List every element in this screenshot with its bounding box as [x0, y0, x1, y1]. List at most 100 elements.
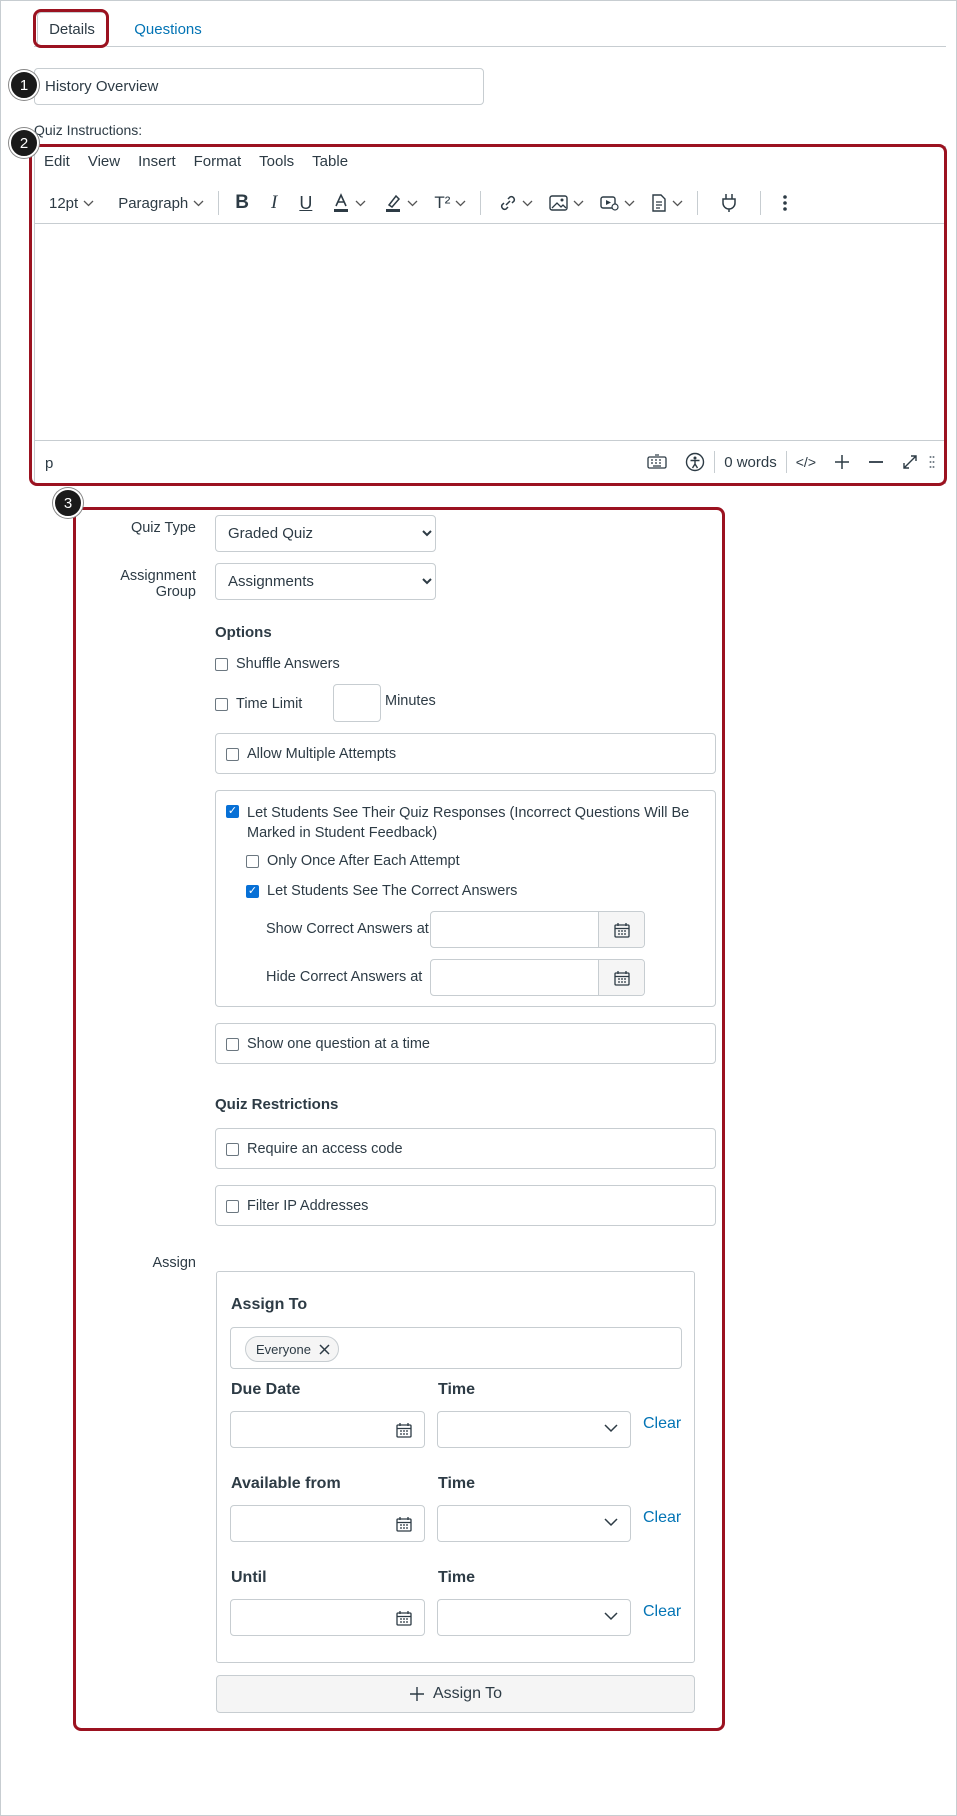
hide-correct-at-input[interactable] [430, 959, 645, 996]
accessibility-checker-icon[interactable] [676, 452, 714, 472]
calendar-icon[interactable] [396, 1422, 412, 1438]
calendar-icon[interactable] [396, 1516, 412, 1532]
kebab-icon [783, 195, 788, 211]
until-date-input[interactable] [230, 1599, 425, 1636]
menu-view[interactable]: View [79, 147, 129, 177]
link-icon[interactable] [487, 194, 541, 212]
quiz-title-input[interactable] [34, 68, 484, 105]
available-from-label: Available from [231, 1475, 341, 1492]
filter-ip-checkbox[interactable]: Filter IP Addresses [226, 1198, 368, 1214]
calendar-button[interactable] [598, 960, 644, 995]
element-path[interactable]: p [45, 455, 53, 472]
calendar-icon[interactable] [396, 1610, 412, 1626]
chevron-down-icon [604, 1518, 618, 1527]
html-editor-toggle[interactable]: </> [787, 454, 825, 470]
close-icon[interactable] [319, 1343, 330, 1355]
add-assign-to-button[interactable]: Assign To [216, 1675, 695, 1713]
font-size-select[interactable]: 12pt [35, 195, 102, 212]
document-icon[interactable] [643, 194, 691, 212]
clear-due-date-link[interactable]: Clear [643, 1415, 681, 1433]
decrease-size-icon[interactable] [859, 454, 893, 470]
menu-edit[interactable]: Edit [35, 147, 79, 177]
one-question-checkbox[interactable]: Show one question at a time [226, 1036, 430, 1052]
show-correct-at-input[interactable] [430, 911, 645, 948]
increase-size-icon[interactable] [825, 454, 859, 470]
calendar-button[interactable] [598, 912, 644, 947]
italic-icon[interactable]: I [259, 192, 289, 214]
menu-insert[interactable]: Insert [129, 147, 185, 177]
toolbar-separator [480, 191, 482, 215]
checkbox-box[interactable] [226, 1199, 239, 1213]
editor-statusbar: p 0 words </> [35, 441, 945, 483]
callout-2: 2 [9, 128, 39, 158]
available-time-select[interactable] [437, 1505, 631, 1542]
more-vertical-icon[interactable] [767, 194, 803, 212]
plugin-icon[interactable] [704, 193, 754, 213]
assignee-pill[interactable]: Everyone [245, 1336, 339, 1362]
checkbox-box[interactable] [246, 854, 259, 868]
due-time-select[interactable] [437, 1411, 631, 1448]
only-once-checkbox[interactable]: Only Once After Each Attempt [246, 853, 460, 869]
toolbar-separator [697, 191, 699, 215]
menu-tools[interactable]: Tools [250, 147, 303, 177]
highlight-color-icon[interactable] [376, 193, 426, 213]
highlighter-icon [386, 194, 401, 212]
text-color-icon[interactable] [322, 193, 376, 213]
shuffle-answers-checkbox[interactable]: Shuffle Answers [215, 656, 340, 672]
filter-ip-panel: Filter IP Addresses [215, 1185, 716, 1226]
chevron-down-icon [624, 200, 635, 206]
see-responses-label-line1: Let Students See Their Quiz Responses (I… [247, 805, 690, 821]
checkbox-box[interactable] [226, 1037, 239, 1051]
editor-content-area[interactable] [35, 223, 945, 441]
show-correct-at-label: Show Correct Answers at [266, 921, 429, 937]
block-format-value: Paragraph [118, 194, 189, 212]
checkbox-box[interactable] [215, 697, 228, 711]
tab-details[interactable]: Details [37, 12, 107, 47]
chevron-down-icon [407, 200, 418, 206]
keyboard-shortcuts-icon[interactable] [638, 454, 676, 470]
clear-available-from-link[interactable]: Clear [643, 1509, 681, 1527]
see-responses-label: Let Students See Their Quiz Responses (I… [247, 803, 689, 843]
plug-icon [722, 194, 737, 212]
chevron-down-icon [522, 200, 533, 206]
checkbox-checked[interactable]: ✓ [226, 805, 239, 818]
checkbox-box[interactable] [226, 747, 239, 761]
resize-handle-icon[interactable] [927, 455, 937, 469]
word-count[interactable]: 0 words [715, 454, 786, 471]
quiz-type-select[interactable]: Graded Quiz [215, 515, 436, 552]
due-date-input[interactable] [230, 1411, 425, 1448]
menu-table[interactable]: Table [303, 147, 357, 177]
until-time-select[interactable] [437, 1599, 631, 1636]
checkbox-box[interactable] [226, 1142, 239, 1156]
picture-icon [549, 195, 569, 211]
time-limit-minutes-input[interactable] [333, 684, 381, 722]
checkbox-box[interactable] [215, 657, 228, 671]
image-icon[interactable] [541, 195, 592, 211]
keyboard-icon [647, 454, 667, 469]
bold-icon[interactable]: B [225, 192, 259, 214]
one-question-label: Show one question at a time [247, 1036, 430, 1052]
assign-to-input[interactable]: Everyone [230, 1327, 682, 1369]
multiple-attempts-checkbox[interactable]: Allow Multiple Attempts [226, 746, 396, 762]
accessibility-icon [686, 452, 705, 472]
see-responses-checkbox[interactable]: ✓ Let Students See Their Quiz Responses … [226, 803, 689, 843]
clear-until-link[interactable]: Clear [643, 1603, 681, 1621]
plus-icon [835, 455, 849, 469]
until-label: Until [231, 1569, 267, 1586]
assignment-group-select[interactable]: Assignments [215, 563, 436, 600]
checkbox-checked[interactable]: ✓ [246, 884, 259, 898]
time-limit-checkbox[interactable]: Time Limit [215, 696, 302, 712]
access-code-panel: Require an access code [215, 1128, 716, 1169]
available-from-input[interactable] [230, 1505, 425, 1542]
fullscreen-icon[interactable] [893, 454, 927, 470]
expand-icon [903, 455, 917, 469]
see-correct-checkbox[interactable]: ✓ Let Students See The Correct Answers [246, 883, 517, 899]
underline-icon[interactable]: U [289, 193, 322, 214]
quiz-restrictions-heading: Quiz Restrictions [215, 1096, 339, 1113]
block-format-select[interactable]: Paragraph [102, 195, 212, 212]
menu-format[interactable]: Format [185, 147, 251, 177]
tab-questions[interactable]: Questions [118, 12, 218, 47]
superscript-icon[interactable]: T² [426, 193, 474, 213]
access-code-checkbox[interactable]: Require an access code [226, 1141, 403, 1157]
media-icon[interactable] [592, 195, 643, 211]
